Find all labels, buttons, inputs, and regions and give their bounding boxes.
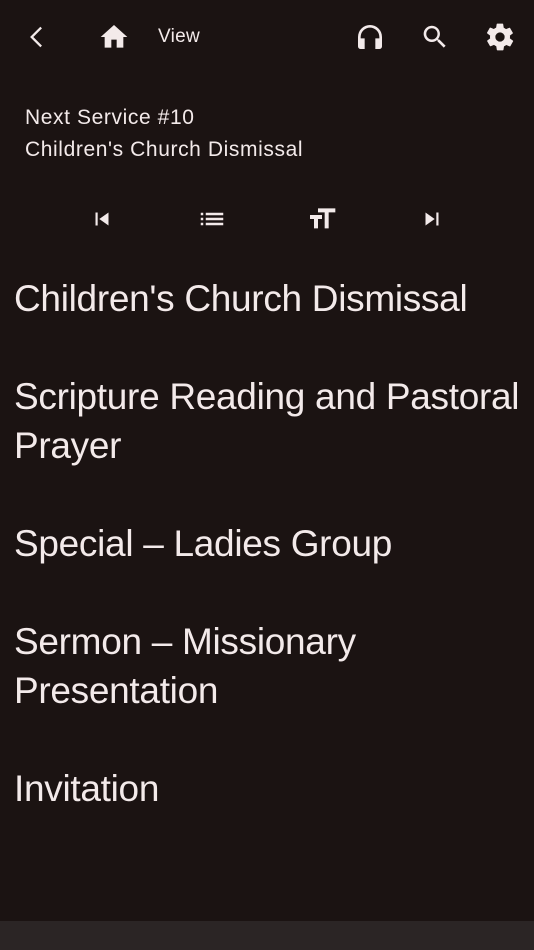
list-icon[interactable] [193, 200, 231, 238]
skip-next-icon[interactable] [413, 200, 451, 238]
skip-previous-icon[interactable] [83, 200, 121, 238]
playback-controls [0, 200, 534, 238]
next-service-label: Next Service #10 [25, 106, 195, 129]
list-item[interactable]: Sermon – Missionary Presentation [14, 617, 524, 715]
list-item[interactable]: Special – Ladies Group [14, 519, 524, 568]
search-icon[interactable] [417, 19, 453, 55]
top-app-bar: View [0, 0, 534, 74]
home-icon[interactable] [96, 19, 132, 55]
text-size-icon[interactable] [303, 200, 341, 238]
back-icon[interactable] [20, 19, 56, 55]
headphones-icon[interactable] [352, 19, 388, 55]
current-item-label: Children's Church Dismissal [25, 138, 304, 161]
settings-gear-icon[interactable] [482, 19, 518, 55]
order-of-service-list: Children's Church Dismissal Scripture Re… [14, 274, 524, 862]
list-item[interactable]: Scripture Reading and Pastoral Prayer [14, 372, 524, 470]
bottom-bar [0, 921, 534, 950]
service-info: Next Service #10 Children's Church Dismi… [25, 102, 303, 166]
view-label[interactable]: View [158, 26, 200, 48]
list-item[interactable]: Invitation [14, 764, 524, 813]
list-item[interactable]: Children's Church Dismissal [14, 274, 524, 323]
